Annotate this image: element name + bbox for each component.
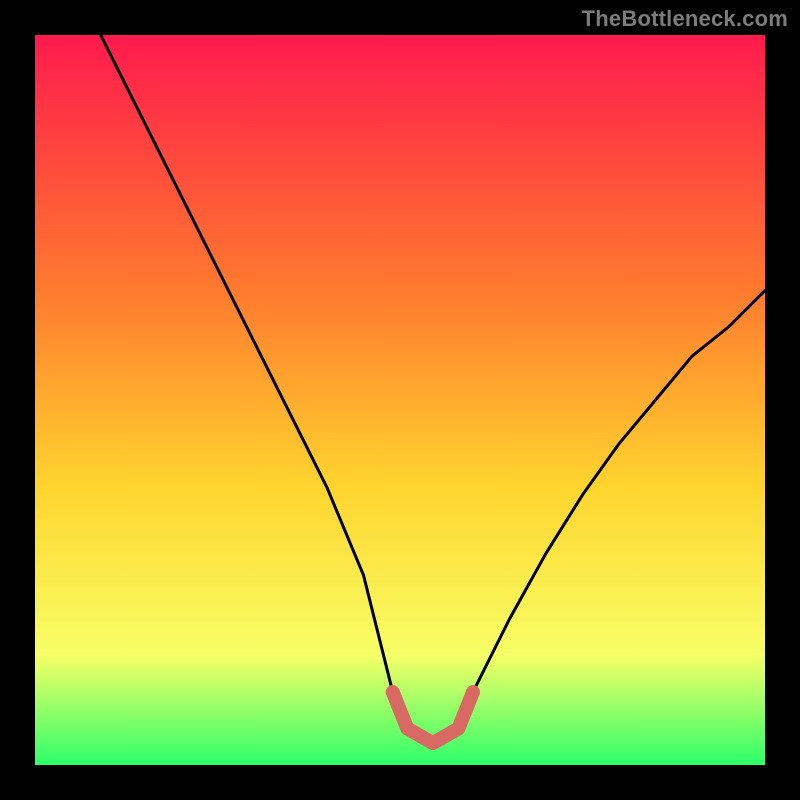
bottleneck-chart: [35, 35, 765, 765]
chart-frame: TheBottleneck.com: [0, 0, 800, 800]
plot-area: [35, 35, 765, 765]
watermark-text: TheBottleneck.com: [582, 6, 788, 32]
